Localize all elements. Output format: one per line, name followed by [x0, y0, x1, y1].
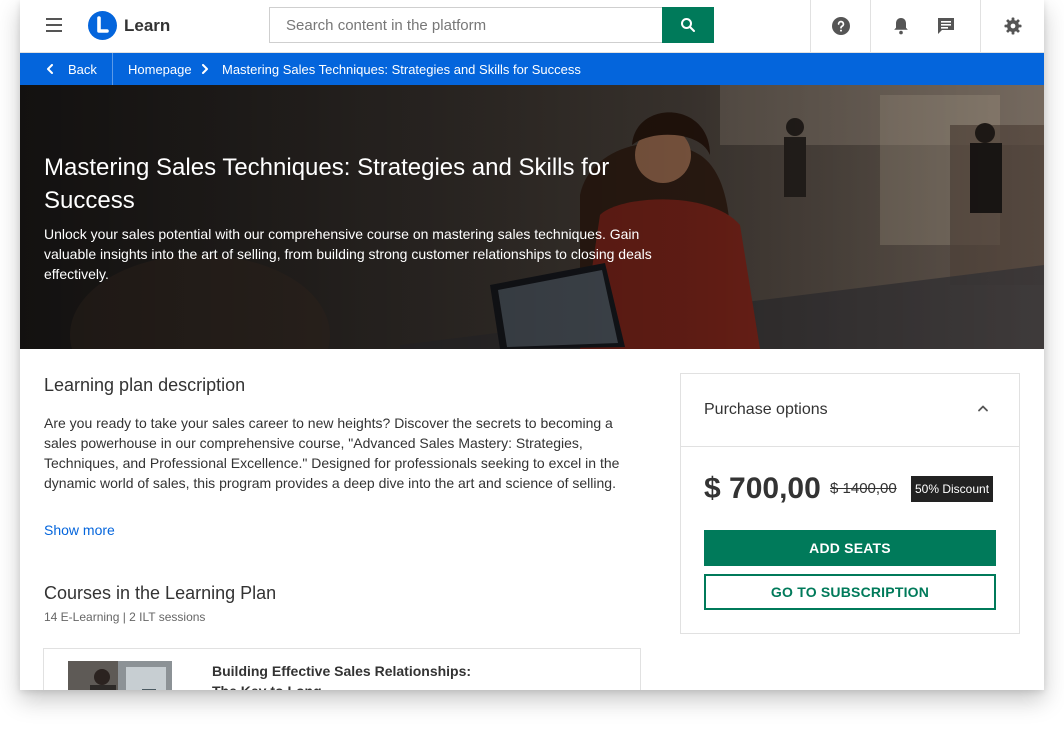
search-input[interactable]: [269, 7, 662, 43]
settings-button[interactable]: [980, 0, 1044, 52]
show-more-link[interactable]: Show more: [44, 522, 115, 538]
top-header: Learn: [20, 0, 1044, 53]
help-button[interactable]: [810, 0, 870, 52]
current-price: $ 700,00: [704, 472, 821, 505]
purchase-options-header[interactable]: Purchase options: [681, 374, 1019, 447]
back-label: Back: [68, 62, 97, 77]
help-icon: [831, 17, 850, 35]
gear-icon: [1004, 17, 1021, 35]
purchase-options-title: Purchase options: [704, 401, 828, 418]
discount-badge: 50% Discount: [911, 476, 994, 502]
chevron-left-icon: [47, 64, 53, 74]
app-window: Learn Search content in the platform Bac…: [20, 0, 1044, 690]
logo-icon[interactable]: [88, 11, 117, 40]
chat-icon: [938, 18, 954, 34]
original-price: $ 1400,00: [830, 480, 897, 497]
messages-button[interactable]: [916, 0, 976, 52]
plan-description-heading: Learning plan description: [44, 375, 246, 395]
course-card[interactable]: Building Effective Sales Relationships: …: [43, 648, 641, 690]
plan-description-text: Are you ready to take your sales career …: [44, 415, 620, 491]
purchase-options-panel: Purchase options $ 700,00 $ 1400,00 50% …: [680, 373, 1020, 634]
search-icon: [681, 18, 695, 32]
brand-name[interactable]: Learn: [124, 16, 170, 36]
course-thumbnail: [68, 661, 172, 690]
back-button[interactable]: Back: [20, 53, 113, 85]
breadcrumb-current: Mastering Sales Techniques: Strategies a…: [222, 62, 581, 77]
hero-banner: Mastering Sales Techniques: Strategies a…: [20, 85, 1044, 349]
courses-count: 14 E-Learning | 2 ILT sessions: [44, 610, 206, 624]
course-title: Mastering Sales Techniques: Strategies a…: [44, 154, 610, 214]
course-card-title: Building Effective Sales Relationships: …: [212, 663, 472, 690]
chevron-up-icon[interactable]: [977, 404, 989, 412]
courses-heading: Courses in the Learning Plan: [44, 583, 277, 603]
search-button[interactable]: [662, 7, 714, 43]
course-summary: Unlock your sales potential with our com…: [44, 226, 652, 282]
hero-image: [20, 85, 1044, 349]
add-seats-button[interactable]: ADD SEATS: [704, 530, 996, 566]
chevron-right-icon: [202, 64, 208, 74]
breadcrumb: Back Homepage Mastering Sales Techniques…: [20, 53, 1044, 85]
bell-icon: [893, 18, 908, 35]
breadcrumb-home-link[interactable]: Homepage: [128, 62, 192, 77]
go-to-subscription-button[interactable]: GO TO SUBSCRIPTION: [704, 574, 996, 610]
menu-icon[interactable]: [46, 18, 62, 32]
